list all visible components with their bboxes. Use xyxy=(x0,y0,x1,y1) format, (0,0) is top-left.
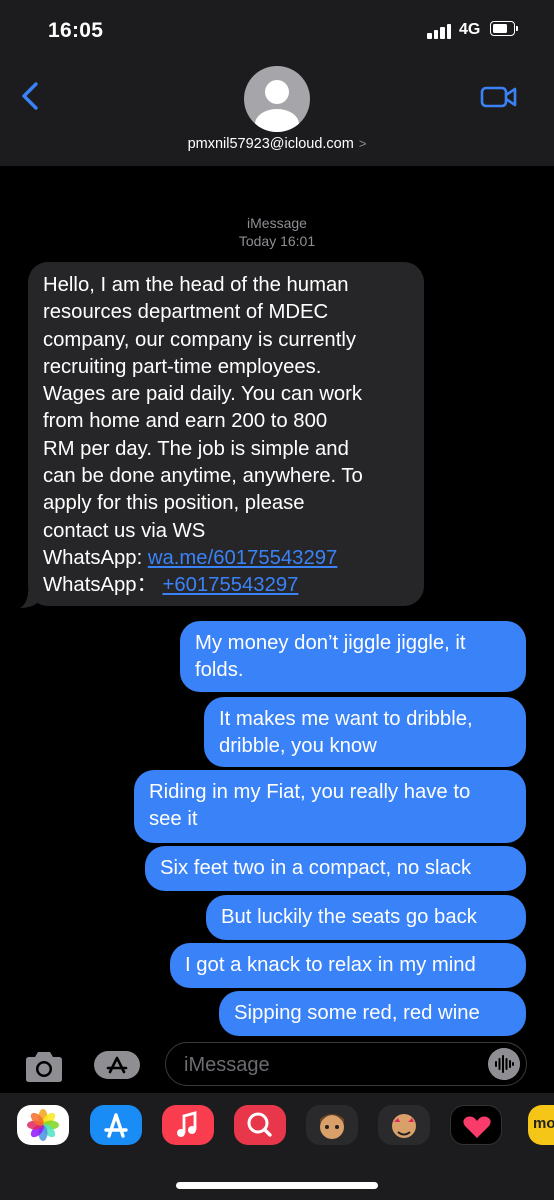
chevron-right-icon: > xyxy=(358,136,367,151)
message-line: from home and earn 200 to 800 xyxy=(43,410,328,433)
message-line: company, our company is currently xyxy=(43,328,356,351)
message-line: Riding in my Fiat, you really have to xyxy=(149,781,471,803)
message-line: Hello, I am the head of the human xyxy=(43,274,349,296)
contact-avatar[interactable] xyxy=(244,66,310,132)
app-store-icon[interactable] xyxy=(90,1105,142,1145)
status-time: 16:05 xyxy=(48,19,104,42)
outgoing-message[interactable]: But luckily the seats go back xyxy=(206,895,526,940)
music-icon[interactable] xyxy=(162,1105,214,1145)
message-line: It makes me want to dribble, xyxy=(219,708,473,730)
digital-touch-icon[interactable] xyxy=(450,1105,502,1145)
partial-app-label: mo xyxy=(533,1115,554,1132)
partial-app-icon[interactable]: mo xyxy=(528,1105,554,1145)
message-line: WhatsApp： +60175543297 xyxy=(43,572,409,599)
contact-address: pmxnil57923@icloud.com xyxy=(187,136,354,152)
web-search-icon[interactable] xyxy=(234,1105,286,1145)
message-line: folds. xyxy=(195,659,244,682)
message-line: But luckily the seats go back xyxy=(221,906,477,928)
outgoing-message[interactable]: Six feet two in a compact, no slack xyxy=(145,846,526,891)
service-label: iMessage xyxy=(247,215,307,231)
phone-link[interactable]: +60175543297 xyxy=(162,574,298,596)
audio-message-icon[interactable] xyxy=(488,1048,520,1080)
whatsapp-link[interactable]: wa.me/60175543297 xyxy=(148,547,337,569)
person-silhouette-icon xyxy=(255,80,299,132)
incoming-message[interactable]: Hello, I am the head of the human resour… xyxy=(28,262,424,606)
cellular-signal-icon xyxy=(427,23,453,39)
message-line: My money don’t jiggle jiggle, it xyxy=(195,632,466,654)
battery-icon xyxy=(490,21,520,38)
contact-name[interactable]: pmxnil57923@icloud.com > xyxy=(0,136,554,152)
conversation-header: 16:05 4G pmxnil57923@icloud.com > xyxy=(0,0,554,166)
message-line: see it xyxy=(149,808,198,831)
message-line: RM per day. The job is simple and xyxy=(43,437,349,460)
bubble-tail xyxy=(20,591,40,608)
thread-timestamp: Today 16:01 xyxy=(238,233,316,249)
message-line: I got a knack to relax in my mind xyxy=(185,954,476,976)
outgoing-message[interactable]: I got a knack to relax in my mind xyxy=(170,943,526,988)
message-line: dribble, you know xyxy=(219,735,377,758)
message-line: Wages are paid daily. You can work xyxy=(43,383,363,406)
whatsapp-label: WhatsApp： xyxy=(43,574,163,597)
outgoing-message[interactable]: My money don’t jiggle jiggle, it folds. xyxy=(180,621,526,692)
app-store-icon[interactable] xyxy=(93,1050,141,1080)
whatsapp-label: WhatsApp: xyxy=(43,546,148,569)
message-placeholder: iMessage xyxy=(184,1054,270,1076)
camera-icon[interactable] xyxy=(22,1050,66,1084)
memoji-icon[interactable] xyxy=(306,1105,358,1145)
thread-info: iMessage Today 16:01 xyxy=(0,214,554,250)
video-call-icon[interactable] xyxy=(480,84,518,110)
message-line: Sipping some red, red wine xyxy=(234,1002,480,1024)
outgoing-message[interactable]: It makes me want to dribble, dribble, yo… xyxy=(204,697,526,767)
compose-bar: iMessage xyxy=(0,1040,554,1096)
memoji-stickers-icon[interactable] xyxy=(378,1105,430,1145)
network-type: 4G xyxy=(459,21,481,38)
message-line: can be done anytime, anywhere. To xyxy=(43,465,363,488)
outgoing-message[interactable]: Sipping some red, red wine xyxy=(219,991,526,1036)
message-input[interactable]: iMessage xyxy=(165,1042,527,1086)
outgoing-message[interactable]: Riding in my Fiat, you really have to se… xyxy=(134,770,526,843)
photos-icon[interactable] xyxy=(17,1105,69,1145)
status-bar: 16:05 4G xyxy=(0,0,554,60)
message-line: resources department of MDEC xyxy=(43,301,329,324)
message-line: recruiting part-time employees. xyxy=(43,355,322,378)
home-indicator[interactable] xyxy=(176,1182,378,1189)
message-line: Six feet two in a compact, no slack xyxy=(160,857,472,879)
message-line: contact us via WS xyxy=(43,519,206,542)
message-line: WhatsApp: wa.me/60175543297 xyxy=(43,545,409,572)
message-line: apply for this position, please xyxy=(43,492,305,515)
back-icon[interactable] xyxy=(18,80,44,112)
